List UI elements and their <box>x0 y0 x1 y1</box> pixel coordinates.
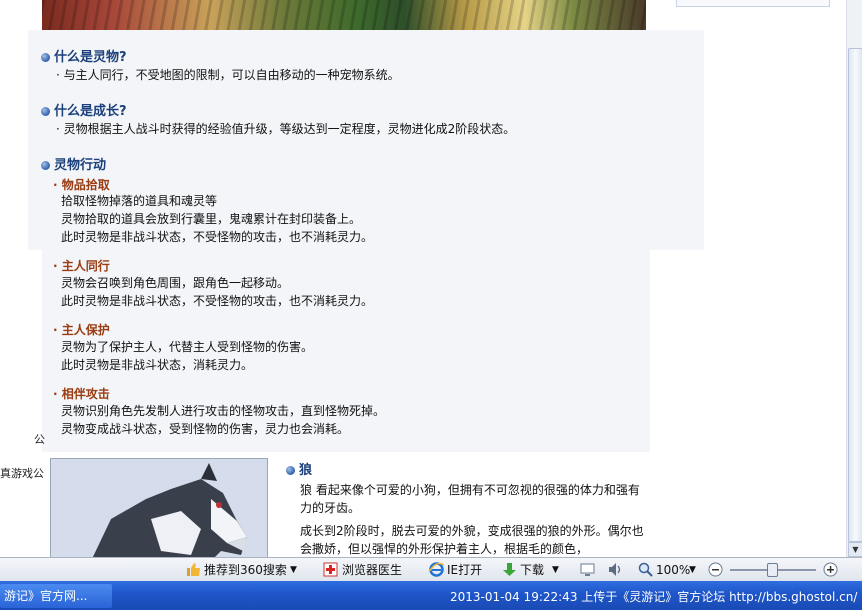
background-text: 公 <box>34 433 45 446</box>
action-line: 灵物拾取的道具会放到行囊里，鬼魂累计在封印装备上。 <box>61 212 362 226</box>
bullet-icon <box>41 53 50 62</box>
zoom-in-icon[interactable] <box>823 562 838 577</box>
wolf-illustration <box>51 459 267 561</box>
action-title: · 主人同行 <box>53 259 110 273</box>
scroll-down-button[interactable]: ▼ <box>848 542 862 557</box>
action-line: 灵物变成战斗状态，受到怪物的伤害，灵力也会消耗。 <box>61 422 350 436</box>
action-line: 灵物会召唤到角色周围，跟角色一起移动。 <box>61 276 290 290</box>
action-line: 此时灵物是非战斗状态，不受怪物的攻击，也不消耗灵力。 <box>61 230 374 244</box>
zoom-slider-handle[interactable] <box>767 563 778 577</box>
taskbar-window-label[interactable]: 游记》官方网... <box>4 587 87 604</box>
download-button[interactable]: 下载 <box>520 561 544 579</box>
speaker-icon[interactable] <box>608 562 623 577</box>
section-body: · 与主人同行，不受地图的限制，可以自由移动的一种宠物系统。 <box>56 68 400 82</box>
action-line: 灵物为了保护主人，代替主人受到怪物的伤害。 <box>61 340 314 354</box>
pet-description: 狼 看起来像个可爱的小狗，但拥有不可忽视的很强的体力和强有力的牙齿。 <box>300 483 640 515</box>
recommend-360-button[interactable]: 推荐到360搜索 <box>204 561 287 579</box>
top-banner-image <box>42 0 646 30</box>
zoom-magnifier-icon <box>638 562 653 577</box>
bullet-icon <box>41 107 50 116</box>
scrollbar-thumb[interactable] <box>848 48 862 542</box>
action-line: 此时灵物是非战斗状态，消耗灵力。 <box>61 358 254 372</box>
section-body: · 灵物根据主人战斗时获得的经验值升级，等级达到一定程度，灵物进化成2阶段状态。 <box>56 122 516 136</box>
section-title: 什么是灵物? <box>54 50 127 65</box>
pet-description: 成长到2阶段时，脱去可爱的外貌，变成很强的狼的外形。偶尔也会撒娇，但以强悍的外形… <box>300 524 644 556</box>
download-arrow-icon <box>503 563 516 576</box>
chevron-down-icon[interactable]: ▼ <box>552 561 559 579</box>
browser-statusbar: 推荐到360搜索 ▼ 浏览器医生 IE打开 下载 ▼ 100% ▼ <box>0 557 862 582</box>
pet-name: 狼 <box>299 463 313 478</box>
pet-heading: 狼 <box>286 459 312 478</box>
medical-cross-icon <box>323 562 338 577</box>
action-line: 此时灵物是非战斗状态，不受怪物的攻击，也不消耗灵力。 <box>61 294 374 308</box>
action-title: · 相伴攻击 <box>53 387 110 401</box>
section-heading: 什么是灵物? <box>41 46 127 65</box>
upload-caption: 2013-01-04 19:22:43 上传于《灵游记》官方论坛 http://… <box>450 590 858 604</box>
section-heading: 什么是成长? <box>41 100 127 119</box>
browser-doctor-button[interactable]: 浏览器医生 <box>342 561 402 579</box>
thumbs-up-icon <box>187 563 200 576</box>
section-heading: 灵物行动 <box>41 154 106 173</box>
chevron-down-icon[interactable]: ▼ <box>689 561 696 579</box>
background-text: 真游戏公 <box>0 467 44 480</box>
action-title: · 主人保护 <box>53 323 110 337</box>
section-title: 什么是成长? <box>54 104 127 119</box>
chevron-down-icon[interactable]: ▼ <box>290 561 297 579</box>
action-line: 拾取怪物掉落的道具和魂灵等 <box>61 194 218 208</box>
sidebar-box <box>676 0 830 7</box>
action-title: · 物品拾取 <box>53 178 110 192</box>
section-title: 灵物行动 <box>54 158 107 173</box>
ie-logo-icon <box>429 562 444 577</box>
zoom-level[interactable]: 100% <box>656 561 690 579</box>
bullet-icon <box>286 466 295 475</box>
ie-open-button[interactable]: IE打开 <box>447 561 482 579</box>
zoom-out-icon[interactable] <box>708 562 723 577</box>
bullet-icon <box>41 161 50 170</box>
screen-icon[interactable] <box>580 562 595 577</box>
action-line: 灵物识别角色先发制人进行攻击的怪物攻击，直到怪物死掉。 <box>61 404 386 418</box>
wolf-image <box>50 458 268 562</box>
